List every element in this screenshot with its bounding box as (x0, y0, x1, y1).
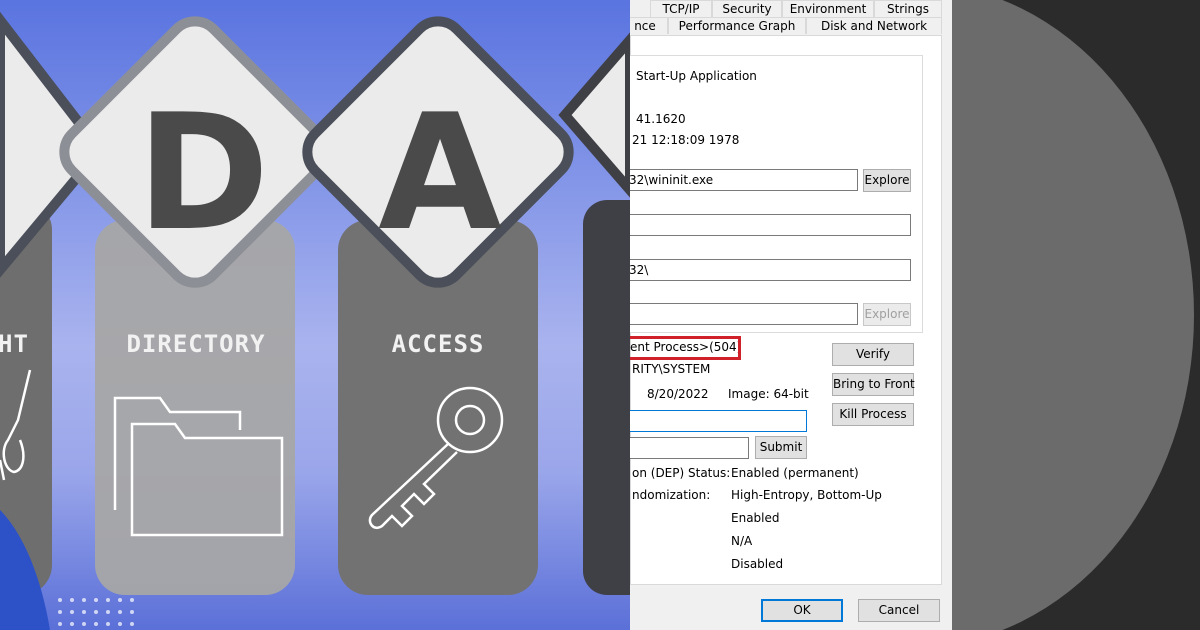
tab-row-top: TCP/IP Security Environment Strings (630, 0, 952, 18)
image-file-group (630, 55, 923, 333)
tab-performance-graph[interactable]: Performance Graph (668, 17, 806, 34)
highlight-box (630, 336, 741, 360)
illustration-panel: D A HT DIRECTORY ACCESS (0, 0, 630, 630)
diamond-right (558, 32, 630, 198)
explore-path-button[interactable]: Explore (863, 169, 911, 192)
submit-button[interactable]: Submit (755, 436, 807, 459)
description-text: Start-Up Application (636, 69, 757, 83)
started-date-text: 8/20/2022 (647, 387, 709, 401)
build-time-text: 21 12:18:09 1978 (632, 133, 740, 147)
aslr-value: High-Entropy, Bottom-Up (731, 488, 882, 502)
letter-d: D (137, 79, 270, 266)
label-directory: DIRECTORY (126, 330, 265, 358)
tab-strings[interactable]: Strings (874, 0, 942, 17)
dep-status-value: Enabled (permanent) (731, 466, 859, 480)
tab-row-bottom: nce Performance Graph Disk and Network (630, 17, 952, 35)
label-light: HT (0, 330, 29, 358)
process-properties-dialog: TCP/IP Security Environment Strings nce … (630, 0, 952, 630)
cancel-button[interactable]: Cancel (858, 599, 940, 622)
command-line-field[interactable] (630, 214, 911, 236)
version-text: 41.1620 (636, 112, 686, 126)
current-directory-field[interactable]: 32\ (630, 259, 911, 281)
label-access: ACCESS (392, 330, 485, 358)
tab-disk-and-network[interactable]: Disk and Network (806, 17, 942, 34)
prop-value-3: Enabled (731, 511, 780, 525)
dot-pattern (58, 598, 134, 626)
bring-to-front-button[interactable]: Bring to Front (832, 373, 915, 396)
column-4 (583, 200, 630, 595)
tab-environment[interactable]: Environment (782, 0, 874, 17)
aslr-label: ndomization: (632, 488, 711, 502)
path-field[interactable]: 32\wininit.exe (630, 169, 858, 191)
tab-performance[interactable]: nce (630, 17, 668, 34)
right-decor (952, 0, 1200, 630)
tab-security[interactable]: Security (712, 0, 782, 17)
ok-button[interactable]: OK (761, 599, 843, 622)
kill-process-button[interactable]: Kill Process (832, 403, 914, 426)
verify-button[interactable]: Verify (832, 343, 914, 366)
autostart-location-field[interactable] (630, 303, 858, 325)
prop-value-4: N/A (731, 534, 753, 548)
comment-field[interactable] (630, 410, 807, 432)
tab-tcpip[interactable]: TCP/IP (650, 0, 712, 17)
virustotal-field[interactable] (630, 437, 749, 459)
dep-status-label: on (DEP) Status: (632, 466, 731, 480)
explore-autostart-button[interactable]: Explore (863, 303, 911, 326)
user-text: RITY\SYSTEM (632, 362, 711, 376)
image-type-text: Image: 64-bit (728, 387, 809, 401)
letter-a: A (378, 79, 502, 266)
decor-disc (952, 0, 1194, 630)
ldap-illustration: D A HT DIRECTORY ACCESS (0, 11, 630, 630)
prop-value-5: Disabled (731, 557, 784, 571)
